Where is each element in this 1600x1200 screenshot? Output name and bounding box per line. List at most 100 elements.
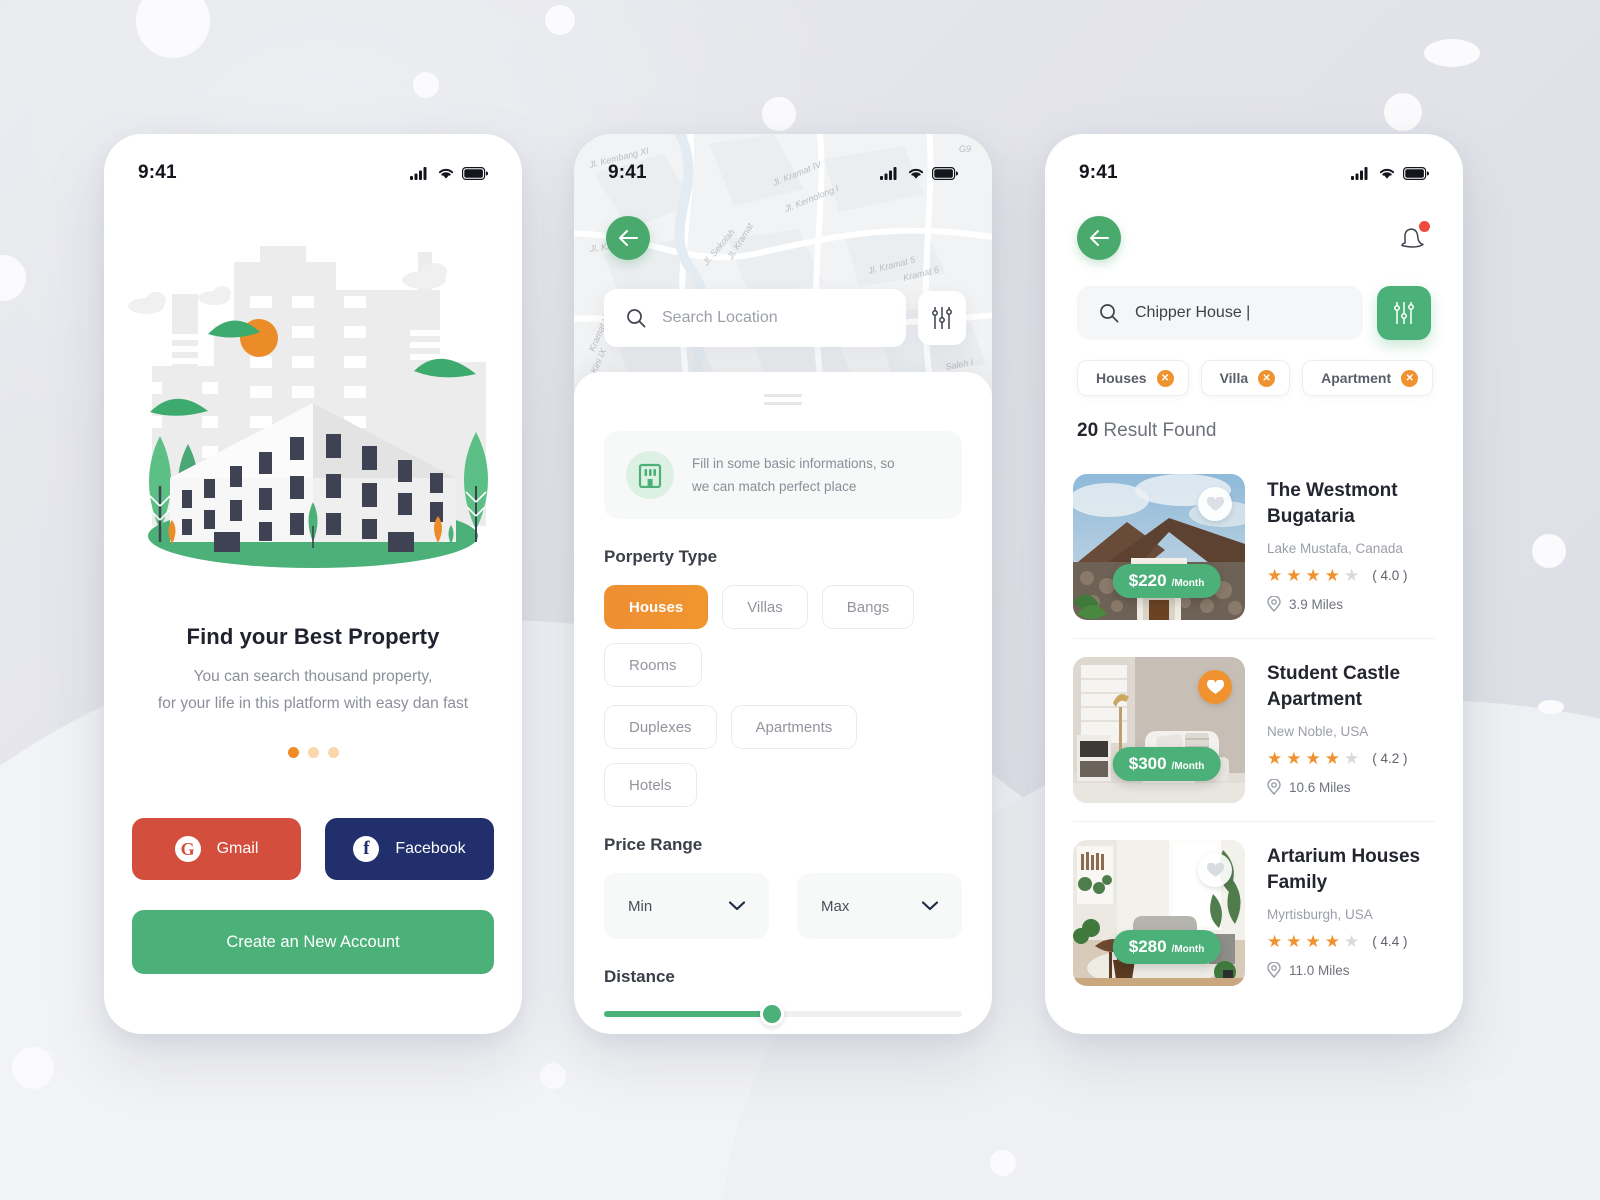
property-type-row-2: Duplexes Apartments Hotels (604, 705, 962, 807)
sheet-drag-handle[interactable] (604, 372, 962, 405)
property-type-houses[interactable]: Houses (604, 585, 709, 629)
battery-icon (462, 166, 488, 180)
distance-slider[interactable] (604, 1002, 962, 1026)
property-type-villas[interactable]: Villas (722, 585, 808, 629)
subtitle-line-1: You can search thousand property, (193, 668, 433, 685)
phone-screen-onboarding: 9:41 Find your Best Property You can sea… (104, 134, 522, 1034)
property-type-rooms[interactable]: Rooms (604, 643, 702, 687)
create-account-label: Create an New Account (226, 932, 400, 951)
property-card[interactable]: $280 /Month Artarium Houses Family Myrti… (1073, 822, 1435, 1004)
status-bar: 9:41 (1045, 134, 1463, 194)
status-time: 9:41 (138, 162, 177, 183)
star-icon: ★ (1305, 749, 1321, 769)
result-count: 20 Result Found (1045, 420, 1463, 442)
filter-tag-villa[interactable]: Villa ✕ (1200, 360, 1291, 396)
pagination-dots[interactable] (104, 747, 522, 759)
price-min-select[interactable]: Min (604, 873, 769, 939)
battery-icon (1403, 166, 1429, 180)
price-badge: $280 /Month (1112, 930, 1221, 964)
sliders-icon (1394, 302, 1414, 324)
notifications-button[interactable] (1397, 221, 1431, 255)
decorative-dot (540, 1063, 566, 1089)
decorative-dot (762, 97, 796, 131)
back-button[interactable] (606, 216, 650, 260)
facebook-icon: f (353, 836, 380, 863)
cellular-signal-icon (410, 167, 427, 180)
filter-tag-houses[interactable]: Houses ✕ (1077, 360, 1189, 396)
property-card[interactable]: $300 /Month Student Castle Apartment New… (1073, 639, 1435, 822)
property-type-hotels[interactable]: Hotels (604, 763, 697, 807)
filter-bottom-sheet: Fill in some basic informations, so we c… (574, 372, 992, 1034)
back-button[interactable] (1077, 216, 1121, 260)
property-title: Artarium Houses Family (1267, 846, 1421, 894)
property-distance: 10.6 Miles (1267, 779, 1435, 796)
property-type-duplexes[interactable]: Duplexes (604, 705, 717, 749)
chevron-down-icon (729, 901, 745, 911)
star-icon: ★ (1267, 566, 1283, 586)
price-max-select[interactable]: Max (797, 873, 962, 939)
property-type-row-1: Houses Villas Bangs Rooms (604, 585, 962, 687)
filter-tag-label: Villa (1219, 370, 1249, 386)
pagination-dot-1[interactable] (287, 747, 299, 759)
remove-tag-icon[interactable]: ✕ (1258, 369, 1276, 387)
property-distance: 11.0 Miles (1267, 962, 1435, 979)
filter-tag-apartment[interactable]: Apartment ✕ (1302, 360, 1434, 396)
rating-value: ( 4.0 ) (1372, 568, 1408, 584)
filter-button[interactable] (1377, 286, 1431, 340)
distance-slider-knob[interactable] (760, 1002, 785, 1026)
cellular-signal-icon (1351, 167, 1368, 180)
property-rating: ★ ★ ★ ★ ★ ( 4.0 ) (1267, 567, 1435, 584)
property-thumbnail[interactable]: $220 /Month (1073, 474, 1245, 620)
pagination-dot-3[interactable] (327, 747, 339, 759)
pagination-dot-2[interactable] (307, 747, 319, 759)
remove-tag-icon[interactable]: ✕ (1401, 369, 1419, 387)
property-rating: ★ ★ ★ ★ ★ ( 4.4 ) (1267, 933, 1435, 950)
price-period: /Month (1171, 578, 1205, 589)
property-list: $220 /Month The Westmont Bugataria Lake … (1045, 456, 1463, 1004)
location-pin-icon (1267, 596, 1281, 613)
facebook-login-button[interactable]: f Facebook (325, 818, 494, 881)
google-icon: G (174, 836, 201, 863)
status-icons (410, 166, 488, 180)
decorative-dot (1424, 39, 1480, 67)
property-card[interactable]: $220 /Month The Westmont Bugataria Lake … (1073, 456, 1435, 639)
property-thumbnail[interactable]: $300 /Month (1073, 657, 1245, 803)
property-type-apartments[interactable]: Apartments (730, 705, 858, 749)
page-title: Find your Best Property (186, 624, 440, 649)
remove-tag-icon[interactable]: ✕ (1156, 369, 1174, 387)
star-icon-empty: ★ (1344, 932, 1360, 952)
search-input[interactable]: Chipper House | (1077, 286, 1363, 340)
location-search-input[interactable]: Search Location (604, 289, 906, 347)
filter-tag-label: Houses (1096, 370, 1147, 386)
property-thumbnail[interactable]: $280 /Month (1073, 840, 1245, 986)
favorite-button[interactable] (1198, 487, 1232, 521)
search-icon (627, 309, 646, 328)
building-glyph (638, 463, 662, 488)
social-login-row: G Gmail f Facebook (104, 818, 522, 881)
distance-heading: Distance (604, 967, 675, 986)
price-min-value: Min (628, 897, 653, 915)
location-pin-icon (1267, 962, 1281, 979)
heart-icon (1206, 496, 1224, 511)
price-amount: $220 (1128, 571, 1167, 590)
favorite-button[interactable] (1198, 853, 1232, 887)
price-period: /Month (1171, 944, 1205, 955)
decorative-dot (12, 1047, 54, 1089)
status-icons (880, 166, 958, 180)
filter-tag-label: Apartment (1321, 370, 1392, 386)
price-period: /Month (1171, 761, 1205, 772)
results-search-row: Chipper House | (1045, 286, 1463, 340)
decorative-dot (413, 72, 439, 98)
notification-badge (1419, 221, 1430, 232)
facebook-button-label: Facebook (395, 840, 466, 858)
gmail-login-button[interactable]: G Gmail (132, 818, 301, 881)
create-account-button[interactable]: Create an New Account (132, 910, 494, 975)
favorite-button[interactable] (1198, 670, 1232, 704)
property-type-bangs[interactable]: Bangs (821, 585, 915, 629)
map-filter-button[interactable] (918, 291, 966, 345)
wifi-icon (1379, 168, 1395, 179)
distance-slider-fill (604, 1011, 773, 1017)
property-type-heading: Porperty Type (604, 547, 718, 566)
price-amount: $300 (1128, 754, 1167, 773)
cellular-signal-icon (880, 167, 897, 180)
